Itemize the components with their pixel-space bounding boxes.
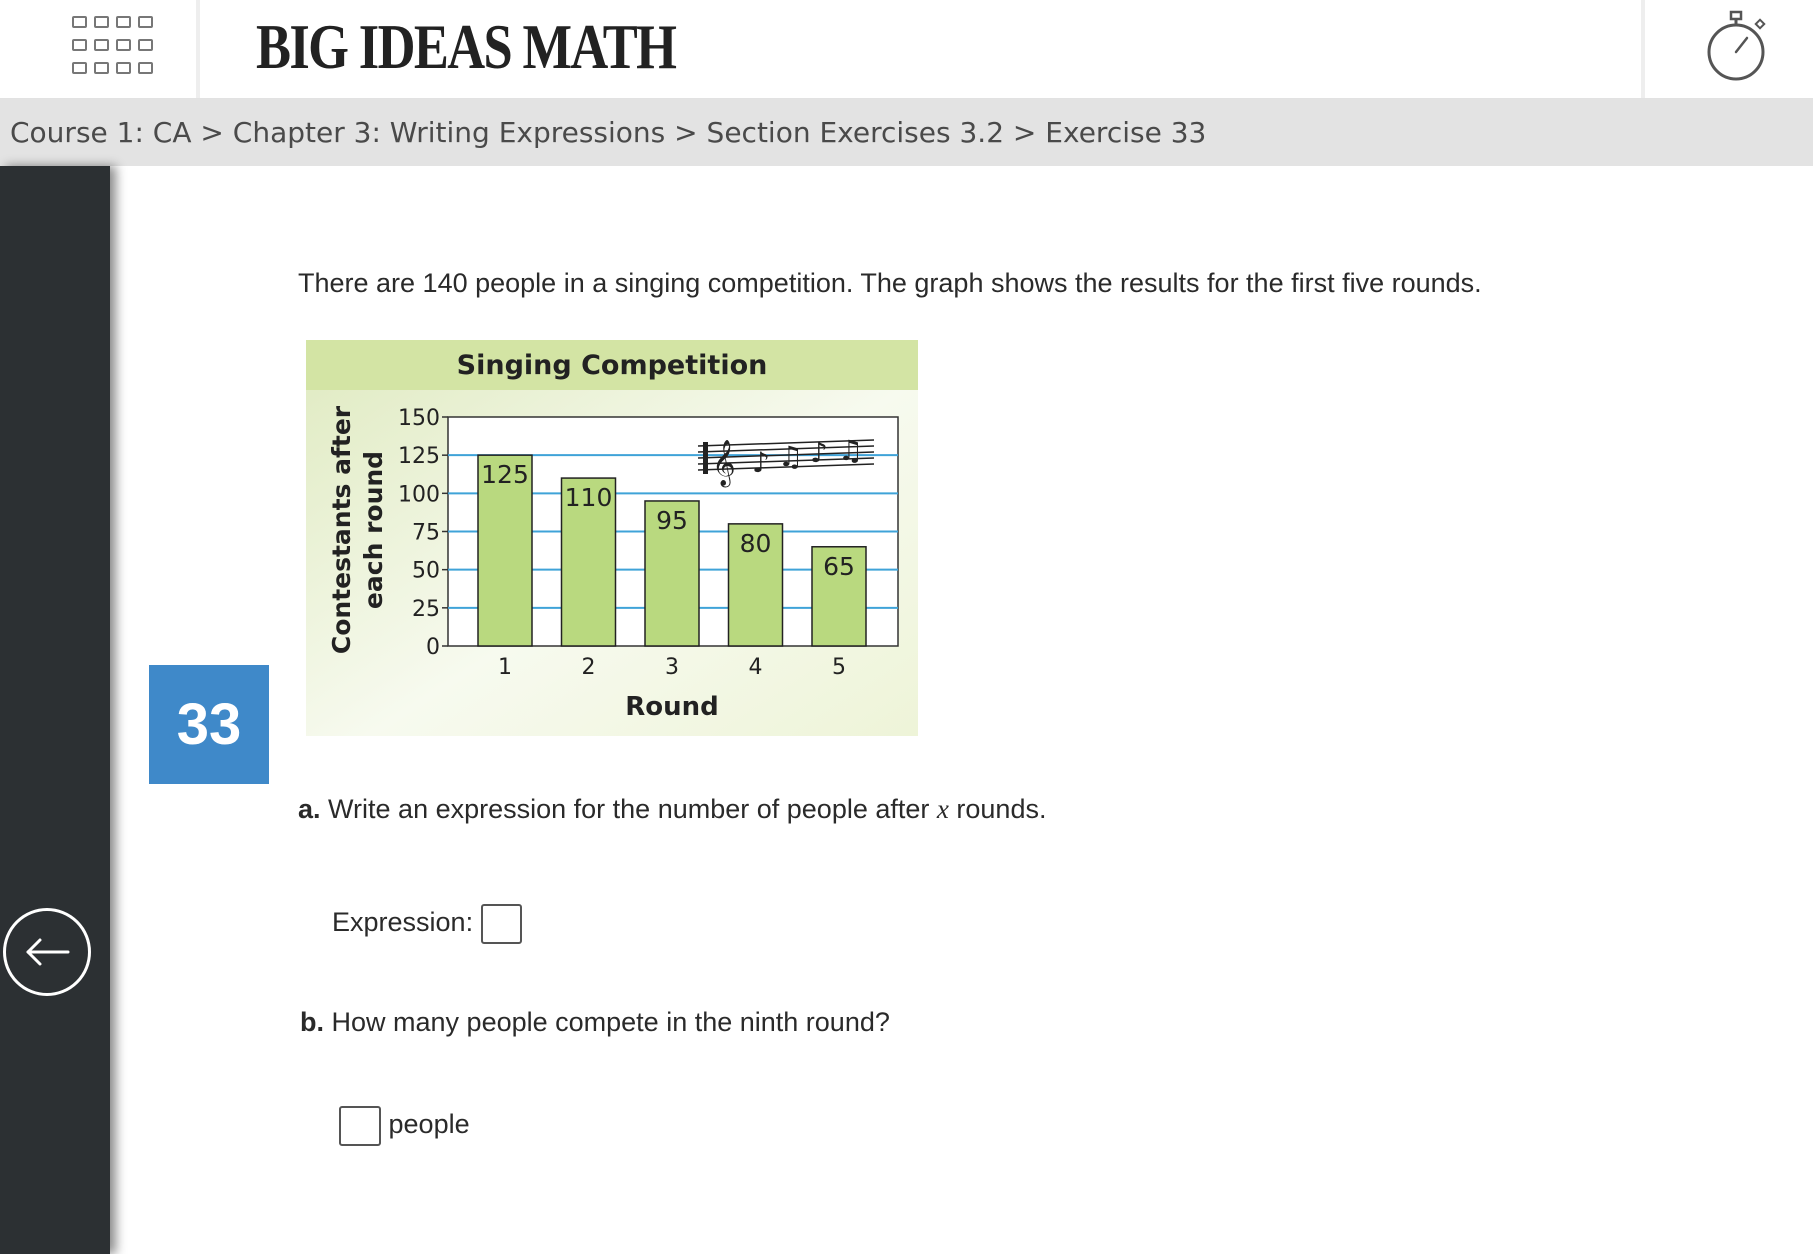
breadcrumb-separator: > (674, 116, 698, 149)
chart-xtick-label: 1 (498, 655, 512, 680)
chart-data-label: 65 (823, 552, 855, 581)
breadcrumb-exercise: Exercise 33 (1045, 116, 1207, 149)
chart-data-label: 95 (656, 506, 688, 535)
breadcrumb-course[interactable]: Course 1: CA (10, 116, 192, 149)
chart-xtick-label: 4 (749, 655, 763, 680)
part-a-variable: x (936, 794, 949, 824)
part-b-letter: b. (300, 1007, 324, 1037)
expression-input[interactable] (480, 904, 522, 944)
chart-ytick-label: 75 (412, 521, 440, 546)
grid-cell (72, 16, 87, 28)
chart-xtick-label: 2 (582, 655, 596, 680)
grid-cell (94, 62, 109, 74)
breadcrumb: Course 1: CA > Chapter 3: Writing Expres… (0, 99, 1813, 166)
arrow-left-icon[interactable] (3, 908, 91, 996)
chart-svg: Singing Competition 02550751001251501251… (306, 340, 918, 736)
part-b-text: How many people compete in the ninth rou… (331, 1007, 890, 1037)
question-prompt: There are 140 people in a singing compet… (298, 268, 1482, 298)
grid-cell (72, 62, 87, 74)
chart-ylabel-line2: each round (359, 451, 388, 609)
breadcrumb-separator: > (1012, 116, 1037, 149)
header-divider (196, 0, 200, 98)
bar-chart: Singing Competition 0 25 50 75 100 125 150 125 1… (306, 340, 918, 736)
part-b-question: b. How many people compete in the ninth … (300, 1007, 890, 1038)
chart-ytick-label: 150 (398, 406, 440, 431)
grid-cell (116, 39, 131, 51)
expression-label: Expression: (332, 907, 474, 938)
grid-cell (94, 39, 109, 51)
grid-cell (116, 62, 131, 74)
breadcrumb-chapter[interactable]: Chapter 3: Writing Expressions (233, 116, 665, 149)
people-answer-row: people (339, 1106, 470, 1146)
svg-text:♫: ♫ (838, 434, 863, 467)
chart-xlabel: Round (625, 692, 719, 722)
grid-cell (116, 16, 131, 28)
grid-cell (94, 16, 109, 28)
app-logo: BIG IDEAS MATH (256, 11, 677, 82)
chart-ytick-label: 25 (412, 597, 440, 622)
exercise-number-badge: 33 (149, 665, 269, 784)
side-panel (0, 166, 110, 1254)
part-a-text-end: rounds. (956, 794, 1047, 824)
chart-title: Singing Competition (457, 350, 768, 381)
app-header: BIG IDEAS MATH (0, 0, 1813, 99)
chart-ytick-label: 50 (412, 559, 440, 584)
chart-xtick-label: 3 (665, 655, 679, 680)
svg-text:♪: ♪ (752, 446, 770, 479)
svg-text:♪: ♪ (810, 436, 828, 469)
people-count-input[interactable] (339, 1106, 381, 1146)
breadcrumb-trail: Course 1: CA > Chapter 3: Writing Expres… (10, 116, 1206, 149)
svg-text:♫: ♫ (778, 440, 803, 473)
chart-ytick-label: 100 (398, 482, 440, 507)
stopwatch-icon[interactable] (1700, 6, 1772, 84)
breadcrumb-separator: > (200, 116, 224, 149)
chart-ylabel-line1: Contestants after (327, 405, 356, 654)
expression-row: Expression: (332, 904, 522, 944)
part-a-text: Write an expression for the number of pe… (328, 794, 930, 824)
chart-data-label: 80 (740, 529, 772, 558)
breadcrumb-section[interactable]: Section Exercises 3.2 (707, 116, 1004, 149)
chart-ytick-label: 0 (426, 635, 440, 660)
chart-ytick-label: 125 (398, 444, 440, 469)
grid-cell (138, 62, 153, 74)
people-unit-label: people (388, 1109, 470, 1140)
chart-xtick-label: 5 (832, 655, 846, 680)
header-divider (1641, 0, 1645, 98)
chart-data-label: 125 (481, 460, 529, 489)
grid-cell (138, 16, 153, 28)
grid-cell (72, 39, 87, 51)
grid-cell (138, 39, 153, 51)
part-a-letter: a. (298, 794, 321, 824)
chart-data-label: 110 (565, 483, 613, 512)
grid-apps-icon[interactable] (72, 12, 164, 78)
part-a-question: a. Write an expression for the number of… (298, 794, 1046, 825)
svg-text:𝄞: 𝄞 (712, 440, 736, 488)
